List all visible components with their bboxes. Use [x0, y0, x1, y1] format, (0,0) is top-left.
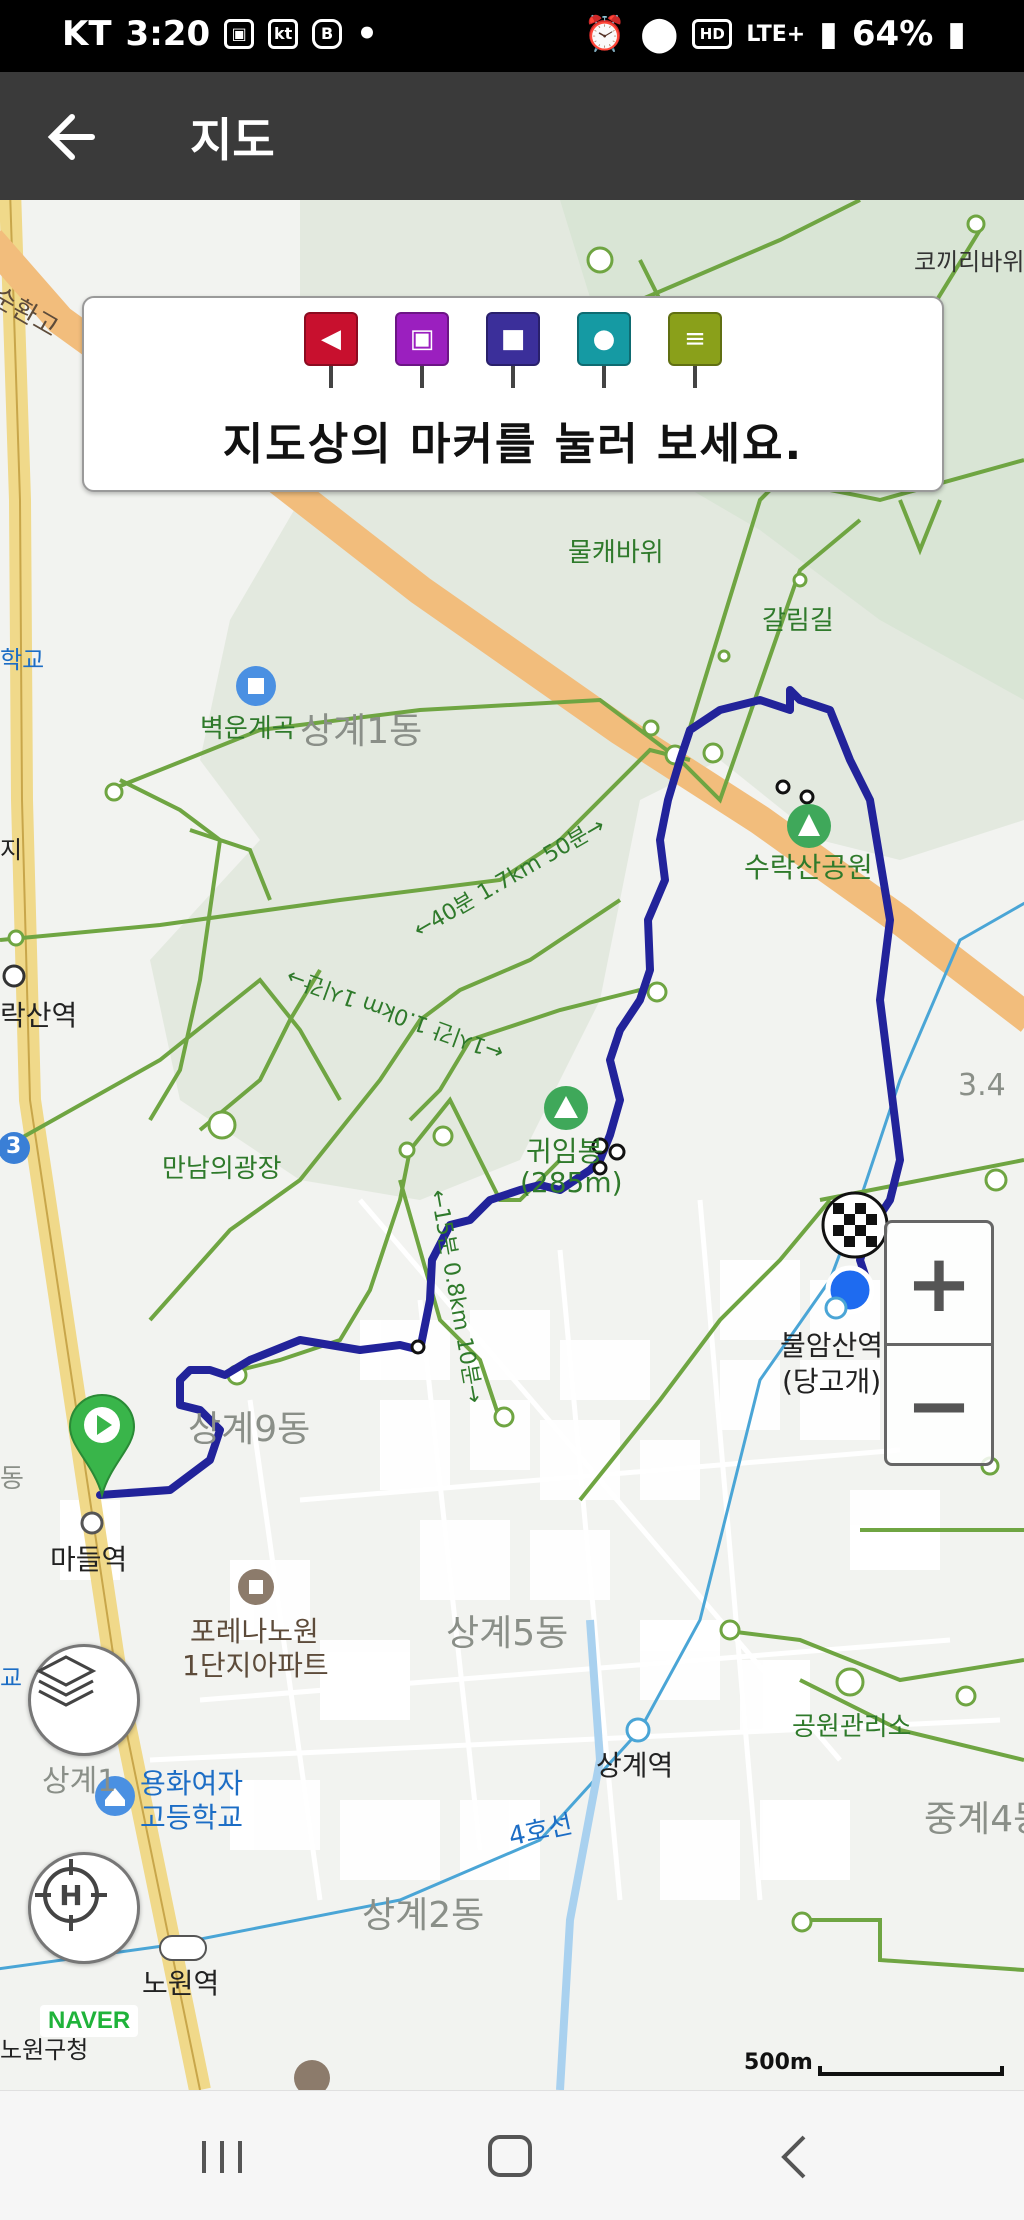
poi-label-ji: 지 [0, 836, 23, 864]
poi-label-school: 학교 [0, 646, 45, 674]
district-label-partial: 3.4 [958, 1068, 1006, 1103]
station-label-danggogae: (당고개) [782, 1365, 882, 1398]
svg-text:H: H [59, 1879, 82, 1912]
poi-label-yonghwa2: 고등학교 [140, 1801, 244, 1834]
page-title: 지도 [190, 113, 275, 167]
home-nav-button[interactable] [470, 2121, 550, 2191]
location-icon: ⬤ [640, 14, 679, 54]
kt-icon: kt [268, 19, 299, 49]
naver-logo: NAVER [40, 2005, 139, 2037]
battery-icon: ▮ [947, 14, 966, 54]
district-label-sanggye5: 상계5동 [446, 1613, 569, 1654]
back-icon [781, 2135, 806, 2179]
poi-label-galrim: 갈림길 [762, 606, 834, 636]
station-label-sanggye: 상계역 [596, 1749, 674, 1782]
signal-icon: ▮ [819, 14, 838, 54]
system-nav-bar [0, 2090, 1024, 2220]
home-icon [488, 2135, 532, 2177]
map-view[interactable]: 순환고 코끼리바위 물캐바위 갈림길 벽운계곡 상계1동 수락산공원 ←40분 … [0, 200, 1024, 2090]
district-label-junggye4: 중계4동 [924, 1799, 1024, 1840]
recent-apps-button[interactable] [182, 2121, 262, 2191]
memo-marker-icon[interactable]: ≡ [668, 312, 722, 388]
home-location-icon: H [35, 1859, 107, 1931]
station-label-suraksan: 락산역 [0, 999, 78, 1032]
clock: 3:20 [125, 14, 211, 54]
zoom-in-button[interactable]: + [887, 1223, 991, 1343]
microphone-marker-icon[interactable]: ● [577, 312, 631, 388]
legend-instruction: 지도상의 마커를 눌러 보세요. [222, 419, 804, 470]
station-label-madeul: 마들역 [50, 1543, 128, 1576]
poi-label-mannam: 만남의광장 [162, 1154, 282, 1184]
zoom-control: + − [884, 1220, 994, 1466]
zoom-out-button[interactable]: − [887, 1345, 991, 1465]
carrier-label: KT [62, 14, 112, 54]
layers-button[interactable] [28, 1644, 140, 1756]
dot-icon: • [356, 14, 378, 54]
arrow-left-icon [47, 114, 95, 160]
district-label-sanggye2: 상계2동 [362, 1895, 485, 1936]
district-label-dong: 동 [0, 1464, 24, 1494]
home-location-button[interactable]: H [28, 1852, 140, 1964]
b-icon: B [312, 19, 343, 49]
back-button[interactable] [40, 102, 110, 172]
poi-label-byeogun: 벽운계곡 [200, 714, 296, 744]
district-label-sanggye-left: 상계1 [42, 1764, 117, 1799]
poi-label-park-office: 공원관리소 [792, 1712, 912, 1742]
poi-label-kokkiri: 코끼리바위 [914, 248, 1024, 276]
camera-marker-icon[interactable]: ▣ [395, 312, 449, 388]
district-label-sanggye1: 상계1동 [300, 711, 423, 752]
back-nav-button[interactable] [756, 2121, 836, 2191]
district-label-sanggye9: 상계9동 [188, 1409, 311, 1450]
station-label-bulamsan: 불암산역 [780, 1329, 884, 1362]
scale-label: 500m [744, 2050, 813, 2075]
route-number: 3 [6, 1134, 22, 1159]
poi-label-gyo: 교 [0, 1664, 23, 1692]
status-bar: KT 3:20 ▣ kt B • ⏰ ⬤ HD LTE+ ▮ 64% ▮ [0, 0, 1024, 72]
recent-apps-icon [202, 2141, 242, 2173]
flag-marker-icon[interactable]: ◀ [304, 312, 358, 388]
battery-label: 64% [851, 14, 934, 54]
scale-bar [818, 2066, 1004, 2076]
app-bar: 지도 [0, 72, 1024, 200]
alarm-icon: ⏰ [583, 14, 627, 54]
poi-label-forena2: 1단지아파트 [182, 1649, 329, 1682]
lte-icon: LTE+ [746, 21, 806, 47]
video-marker-icon[interactable]: ■ [486, 312, 540, 388]
poi-label-mulkae: 물캐바위 [568, 538, 664, 568]
peak-label-elevation: (285m) [520, 1166, 623, 1199]
marker-legend: ◀ ▣ ■ ● ≡ 지도상의 마커를 눌러 보세요. [82, 296, 944, 492]
image-icon: ▣ [224, 19, 255, 49]
station-label-nowon: 노원역 [142, 1967, 220, 2000]
layers-icon [35, 1655, 97, 1707]
poi-label-suraksan-park: 수락산공원 [744, 851, 873, 884]
hd-icon: HD [692, 19, 733, 49]
peak-label-gwiimbong: 귀임봉 [526, 1135, 604, 1168]
